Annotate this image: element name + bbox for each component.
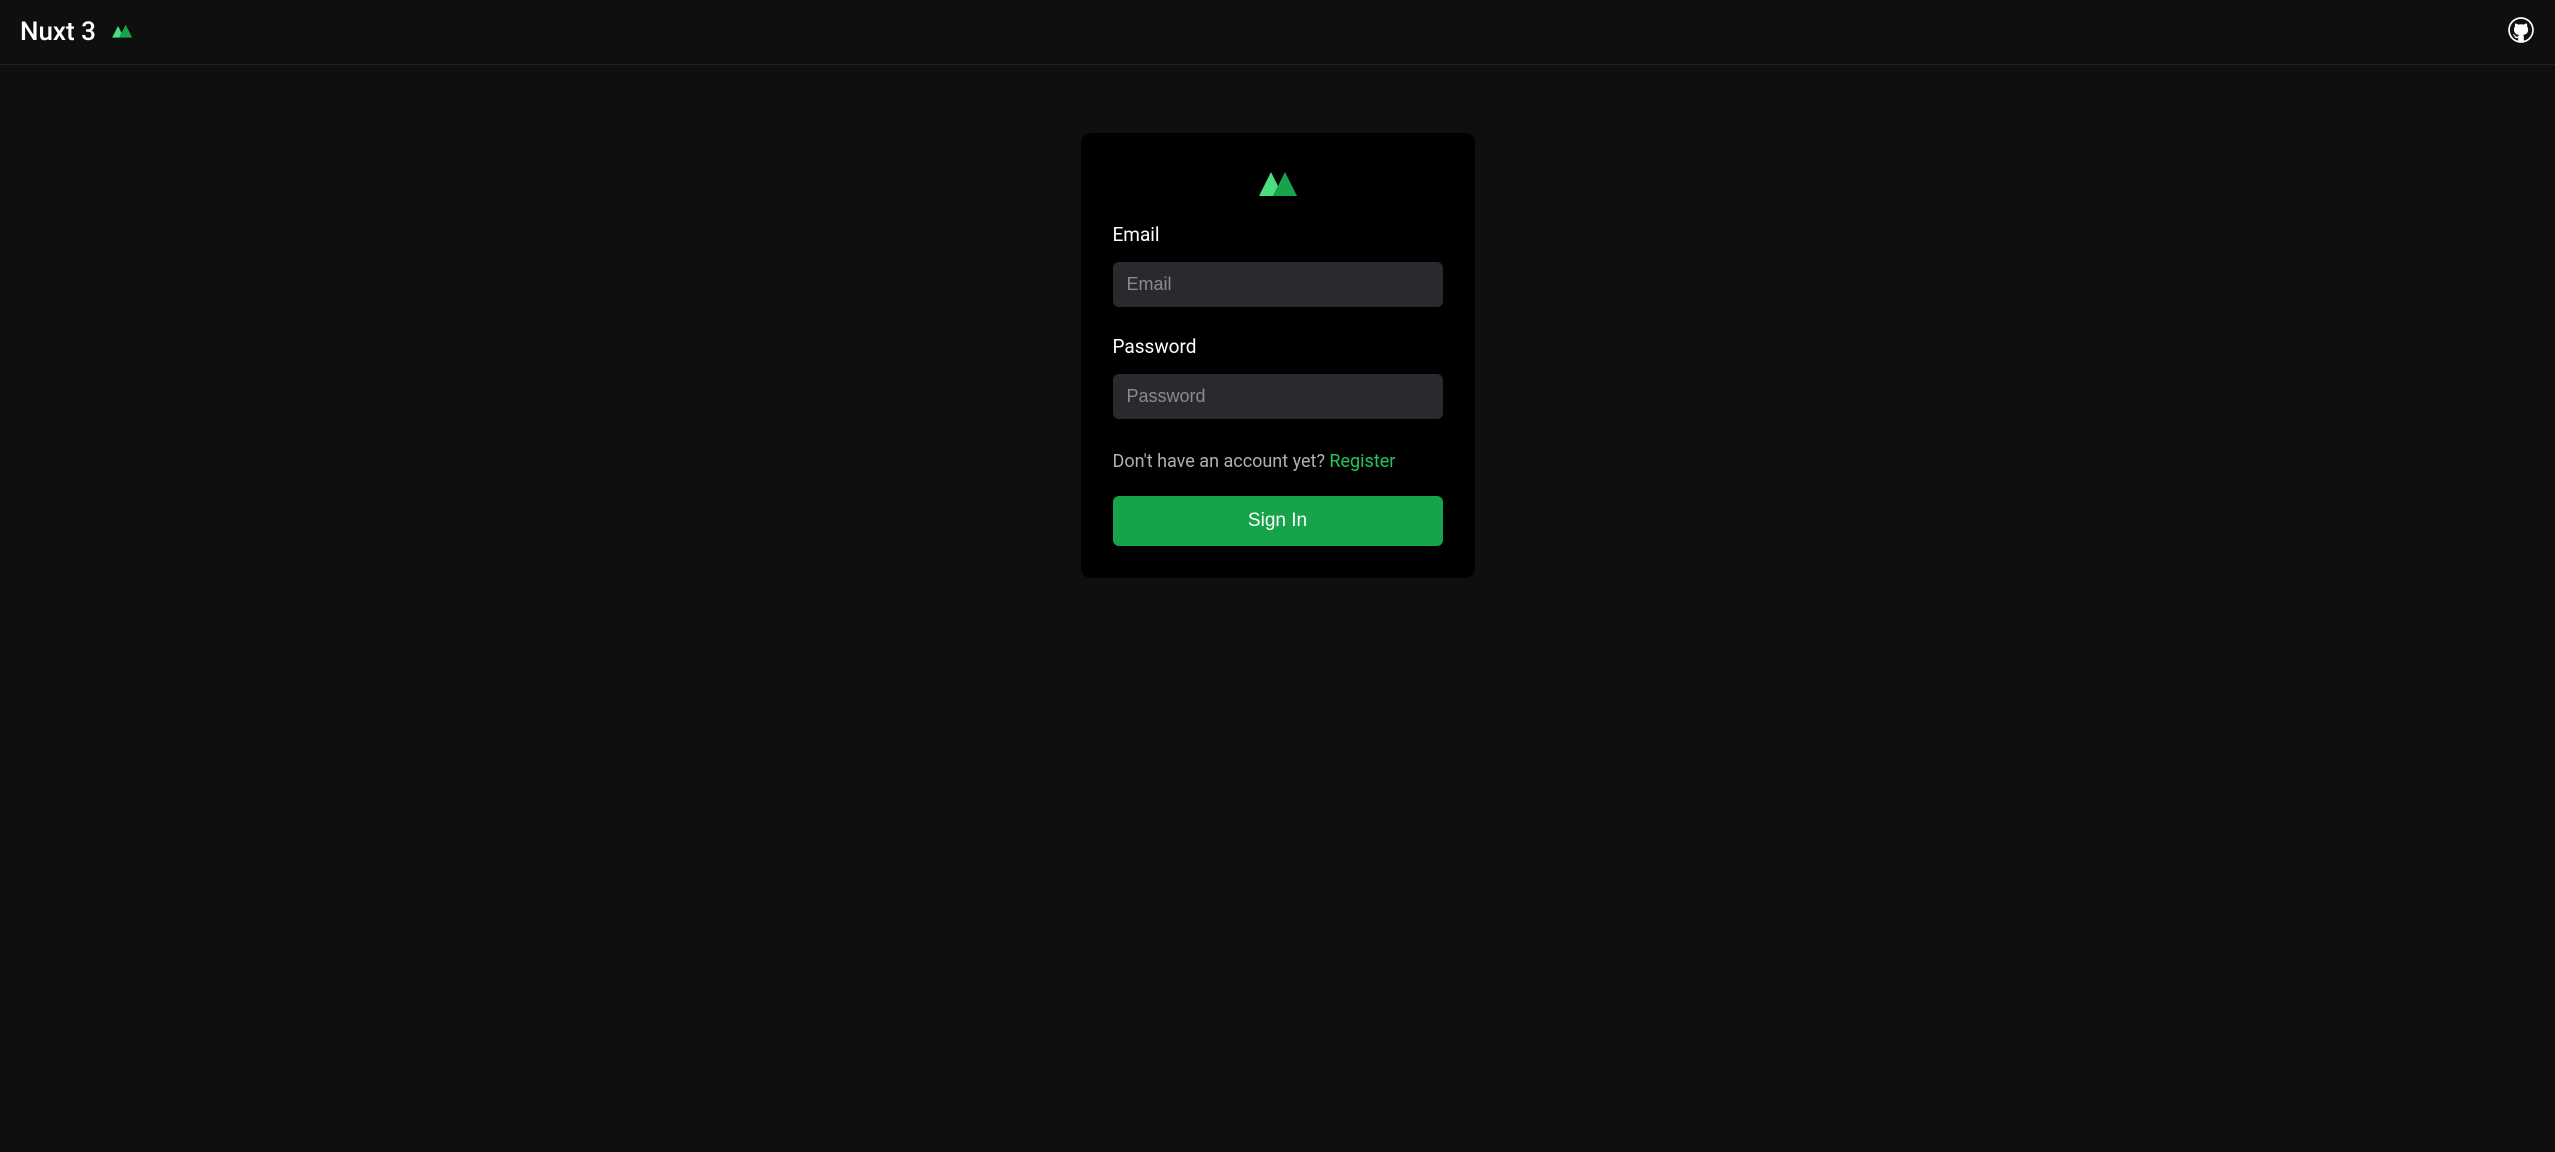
register-prompt: Don't have an account yet? Register [1113,451,1443,472]
header-left: Nuxt 3 [20,17,136,47]
email-form-group: Email [1113,223,1443,307]
register-prompt-text: Don't have an account yet? [1113,451,1330,472]
password-input[interactable] [1113,374,1443,419]
nuxt-logo-icon [1253,165,1303,203]
password-form-group: Password [1113,335,1443,419]
email-label: Email [1113,223,1443,246]
app-title: Nuxt 3 [20,17,96,47]
nuxt-logo-icon [106,20,136,44]
github-link[interactable] [2507,16,2535,48]
card-logo-wrapper [1113,165,1443,203]
header: Nuxt 3 [0,0,2555,65]
password-label: Password [1113,335,1443,358]
register-link[interactable]: Register [1329,451,1395,472]
signin-card: Email Password Don't have an account yet… [1081,133,1475,578]
main-content: Email Password Don't have an account yet… [0,65,2555,578]
email-input[interactable] [1113,262,1443,307]
github-icon [2507,16,2535,48]
signin-button[interactable]: Sign In [1113,496,1443,546]
